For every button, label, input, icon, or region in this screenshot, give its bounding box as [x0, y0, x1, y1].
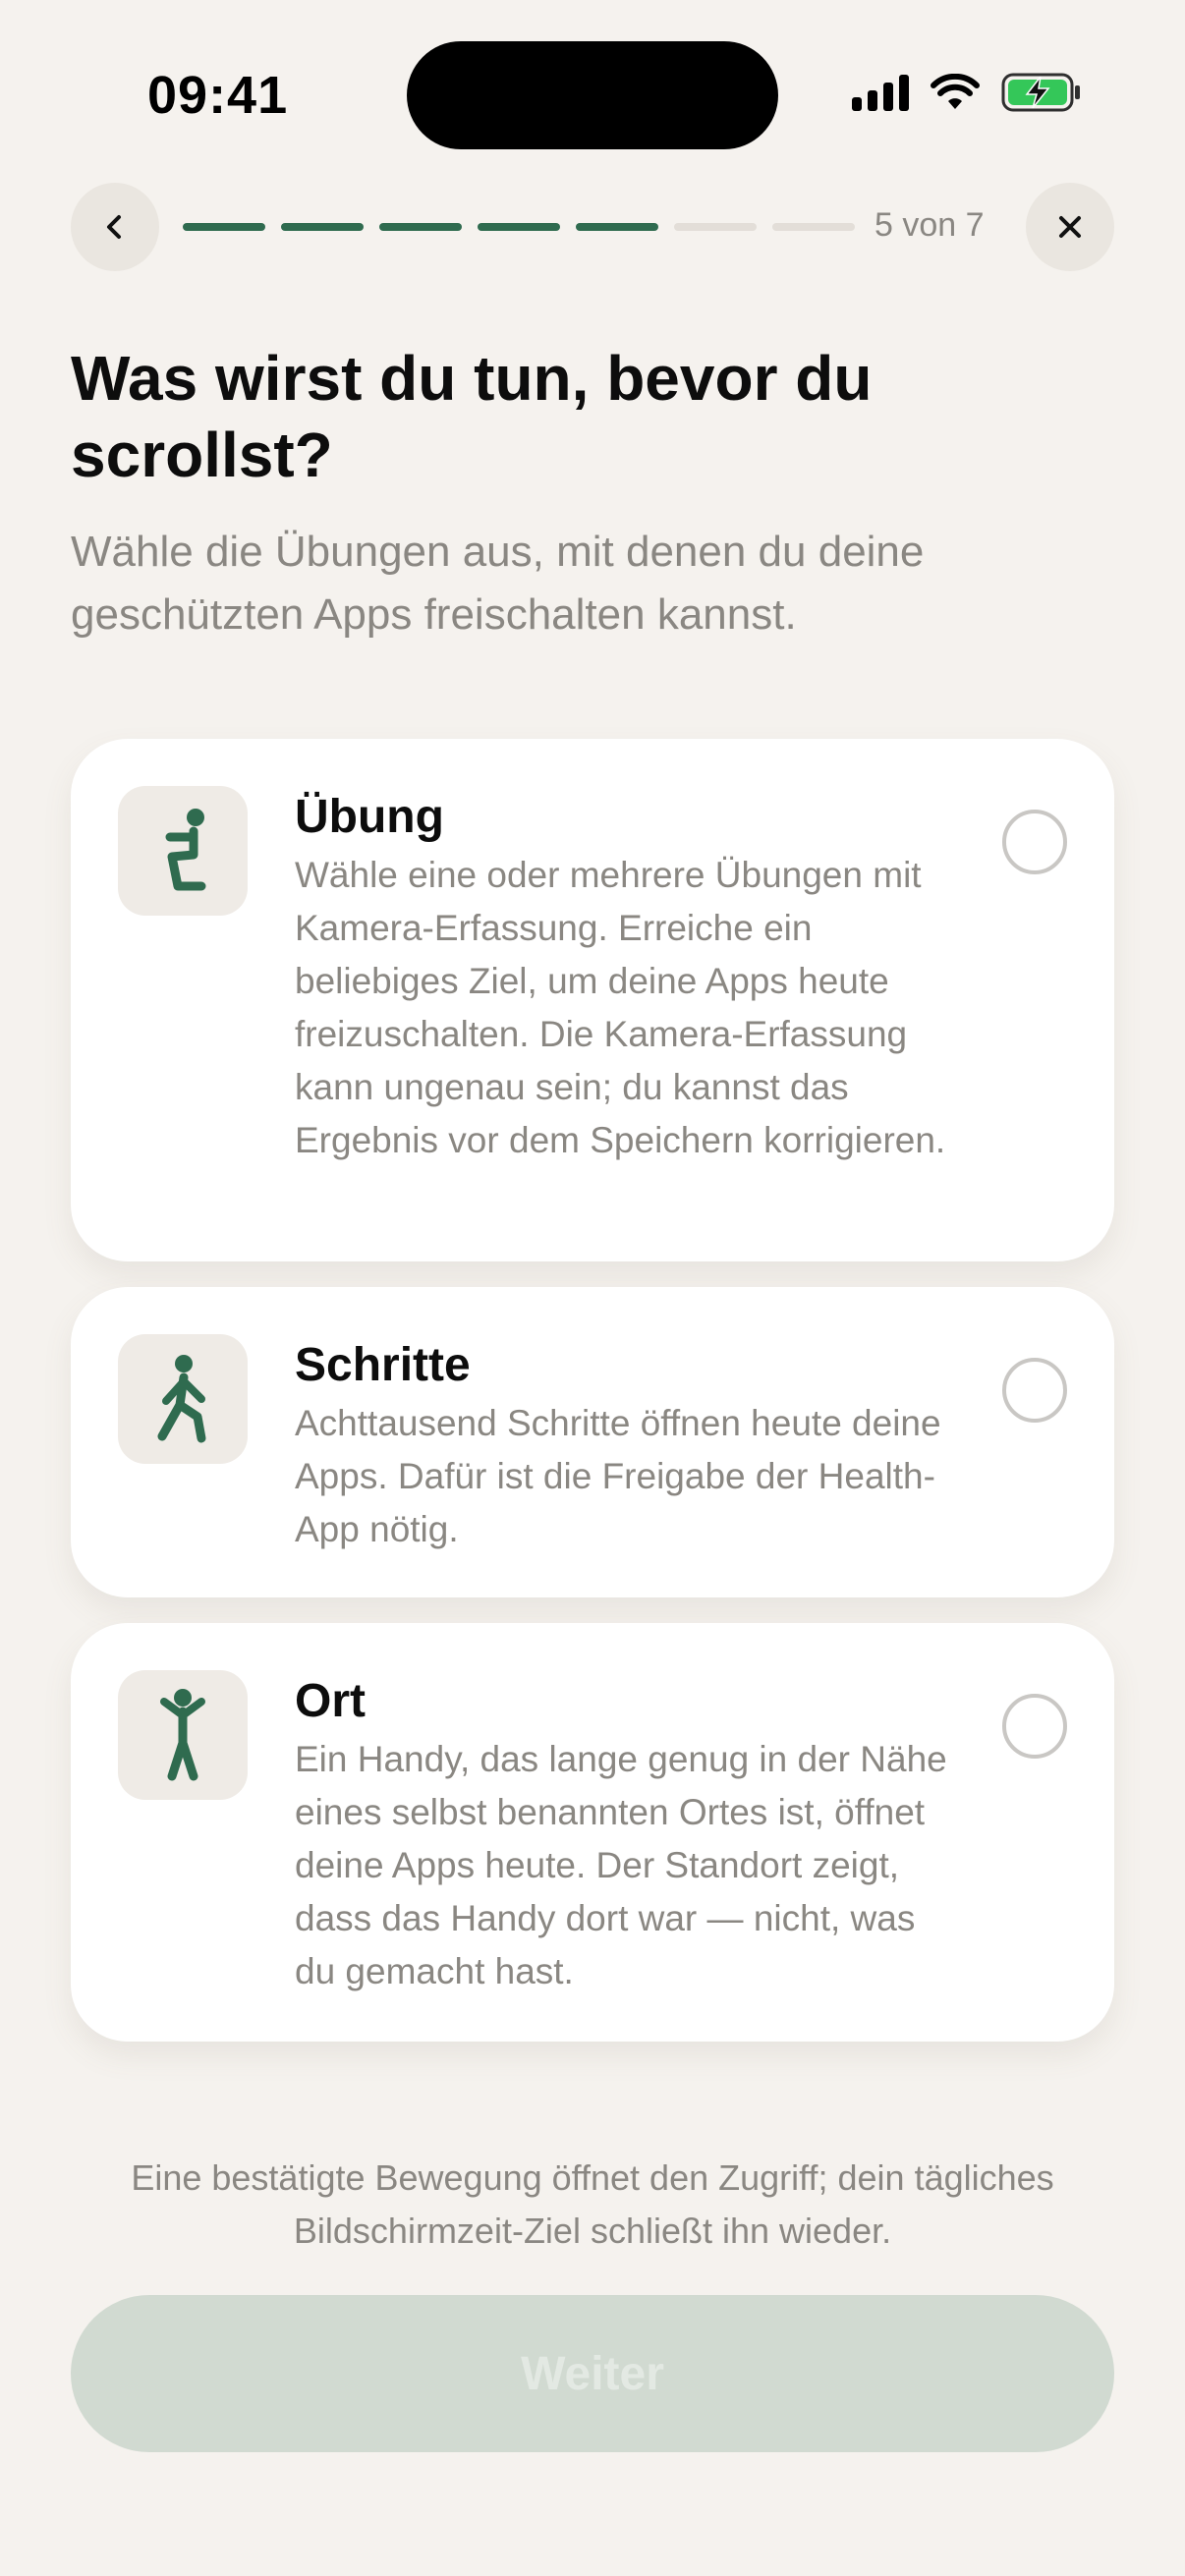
progress-step	[576, 223, 658, 231]
option-description: Achttausend Schritte öffnen heute deine …	[295, 1403, 941, 1549]
status-bar: 09:41	[0, 0, 1185, 187]
progress-step	[478, 223, 560, 231]
battery-charging-icon	[1001, 73, 1082, 112]
option-title: Ort	[295, 1675, 366, 1727]
close-icon	[1059, 216, 1081, 238]
option-card-steps[interactable]: Schritte Achttausend Schritte öffnen heu…	[71, 1287, 1114, 1597]
option-title: Übung	[295, 791, 444, 843]
option-title: Schritte	[295, 1339, 471, 1391]
progress-step	[281, 223, 364, 231]
progress-step	[674, 223, 757, 231]
option-description: Wähle eine oder mehrere Übungen mit Kame…	[295, 855, 946, 1160]
status-time: 09:41	[147, 66, 289, 125]
option-card-location[interactable]: Ort Ein Handy, das lange genug in der Nä…	[71, 1623, 1114, 2042]
continue-button[interactable]: Weiter	[71, 2295, 1114, 2452]
option-card-exercise[interactable]: Übung Wähle eine oder mehrere Übungen mi…	[71, 739, 1114, 1261]
cellular-signal-icon	[852, 74, 909, 111]
dynamic-island	[407, 41, 778, 149]
squat-figure-icon	[118, 786, 248, 916]
footer-note: Eine bestätigte Bewegung öffnet den Zugr…	[131, 2157, 1054, 2251]
chevron-left-icon	[107, 215, 121, 239]
option-radio[interactable]	[1002, 1694, 1067, 1759]
back-button[interactable]	[71, 183, 159, 271]
progress-step	[379, 223, 462, 231]
walking-figure-icon	[118, 1334, 248, 1464]
option-radio[interactable]	[1002, 810, 1067, 874]
page-subtitle: Wähle die Übungen aus, mit denen du dein…	[71, 528, 925, 639]
status-icons	[852, 73, 1082, 112]
wifi-icon	[931, 74, 980, 111]
onboarding-progress	[183, 223, 855, 231]
close-button[interactable]	[1026, 183, 1114, 271]
option-description: Ein Handy, das lange genug in der Nähe e…	[295, 1739, 947, 1991]
option-radio[interactable]	[1002, 1358, 1067, 1423]
standing-figure-icon	[118, 1670, 248, 1800]
progress-step	[772, 223, 855, 231]
progress-step	[183, 223, 265, 231]
page-title: Was wirst du tun, bevor du scrollst?	[71, 343, 873, 490]
step-counter: 5 von 7	[875, 206, 985, 244]
